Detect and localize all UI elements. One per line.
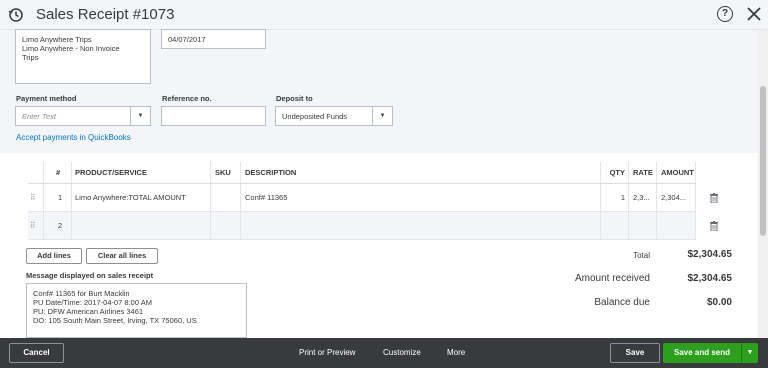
history-icon[interactable] — [8, 7, 24, 23]
drag-handle-icon[interactable]: ⠿ — [30, 184, 36, 211]
add-lines-button[interactable]: Add lines — [26, 248, 82, 264]
col-num: # — [56, 168, 61, 177]
balance-due-value: $0.00 — [706, 297, 732, 308]
trash-icon[interactable] — [710, 221, 718, 231]
billing-address-field[interactable]: Limo Anywhere Trips Limo Anywhere - Non … — [15, 29, 151, 84]
chevron-down-icon[interactable]: ▼ — [130, 107, 150, 125]
col-amount: AMOUNT — [661, 168, 694, 177]
page-title: Sales Receipt #1073 — [36, 6, 175, 23]
save-and-send-button[interactable]: Save and send — [663, 343, 741, 363]
drag-handle-icon[interactable]: ⠿ — [30, 212, 36, 239]
deposit-to-label: Deposit to — [276, 94, 313, 103]
table-row[interactable]: ⠿ 1 Limo Anywhere:TOTAL AMOUNT Conf# 113… — [28, 184, 718, 212]
deposit-to-value: Undeposited Funds — [282, 112, 348, 121]
sales-receipt-date-field[interactable]: 04/07/2017 — [161, 29, 266, 49]
row-description[interactable]: Conf# 11365 — [245, 184, 287, 211]
payment-method-select[interactable]: Enter Text ▼ — [15, 106, 151, 126]
reference-label: Reference no. — [162, 94, 212, 103]
message-label: Message displayed on sales receipt — [26, 271, 154, 280]
col-sku: SKU — [215, 168, 231, 177]
total-value: $2,304.65 — [687, 249, 733, 260]
amount-received-label: Amount received — [574, 273, 650, 284]
col-qty: QTY — [609, 168, 625, 177]
table-row[interactable]: ⠿ 2 — [28, 212, 718, 240]
address-line: Limo Anywhere - Non Invoice — [22, 44, 120, 53]
col-product: PRODUCT/SERVICE — [75, 168, 147, 177]
row-qty[interactable]: 1 — [605, 184, 625, 211]
row-num: 1 — [58, 193, 63, 202]
row-amount[interactable]: 2,304... — [661, 184, 686, 211]
message-line: Conf# 11365 for Burt Macklin — [33, 289, 130, 298]
amount-received-value: $2,304.65 — [687, 273, 733, 284]
balance-due-label: Balance due — [594, 297, 650, 308]
message-field[interactable]: Conf# 11365 for Burt Macklin PU Date/Tim… — [26, 283, 247, 338]
accept-payments-link[interactable]: Accept payments in QuickBooks — [16, 133, 131, 142]
chevron-down-icon[interactable]: ▼ — [741, 343, 758, 363]
chevron-down-icon[interactable]: ▼ — [372, 107, 392, 125]
cancel-button[interactable]: Cancel — [9, 343, 64, 363]
save-button[interactable]: Save — [610, 343, 660, 363]
total-label: Total — [633, 251, 650, 260]
reference-input[interactable] — [161, 106, 266, 126]
address-line: Trips — [22, 53, 39, 62]
trash-icon[interactable] — [710, 193, 718, 203]
row-rate[interactable]: 2,3... — [633, 184, 650, 211]
deposit-to-select[interactable]: Undeposited Funds ▼ — [275, 106, 393, 126]
message-line: DO: 105 South Main Street, Irving, TX 75… — [33, 316, 197, 325]
payment-method-placeholder: Enter Text — [22, 112, 56, 121]
message-line: PU Date/Time: 2017-04-07 8:00 AM — [33, 298, 152, 307]
clear-all-lines-button[interactable]: Clear all lines — [86, 248, 158, 264]
print-or-preview-link[interactable]: Print or Preview — [299, 348, 355, 357]
payment-method-label: Payment method — [16, 94, 77, 103]
message-line: PU: DFW American Airlines 3461 — [33, 307, 144, 316]
row-product[interactable]: Limo Anywhere:TOTAL AMOUNT — [75, 184, 186, 211]
col-description: DESCRIPTION — [245, 168, 297, 177]
col-rate: RATE — [633, 168, 653, 177]
line-items-header: # PRODUCT/SERVICE SKU DESCRIPTION QTY RA… — [28, 162, 696, 184]
row-num: 2 — [58, 221, 63, 230]
address-line: Limo Anywhere Trips — [22, 35, 92, 44]
more-link[interactable]: More — [447, 348, 465, 357]
help-icon[interactable]: ? — [717, 6, 733, 22]
close-icon[interactable] — [744, 4, 764, 24]
customize-link[interactable]: Customize — [383, 348, 421, 357]
scrollbar-thumb[interactable] — [760, 86, 766, 236]
